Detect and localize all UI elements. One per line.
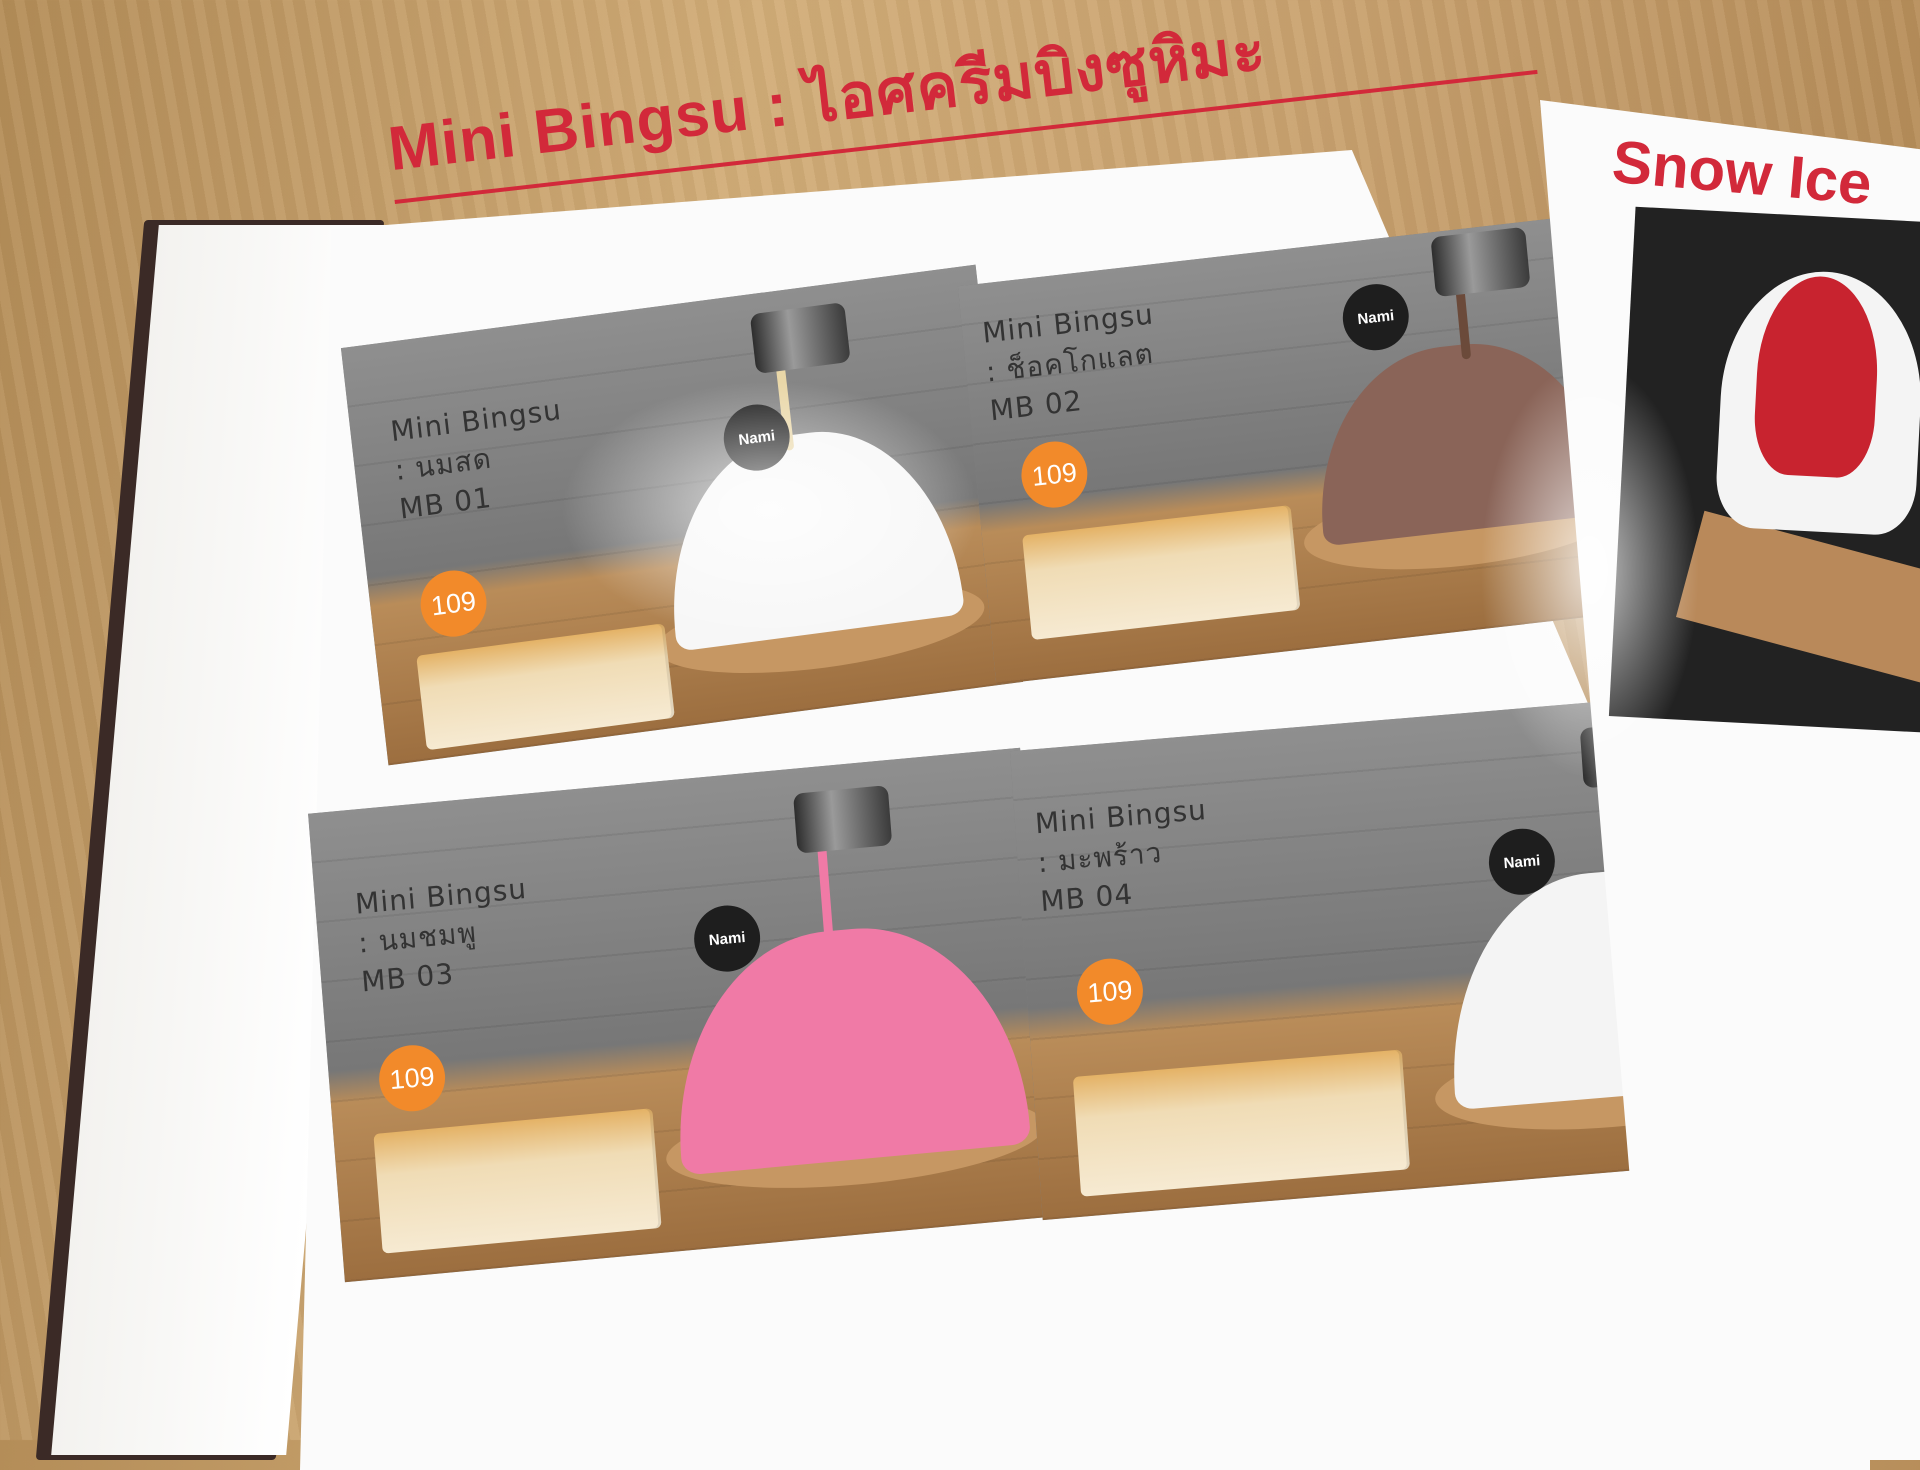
pitcher (792, 785, 893, 854)
pitcher (1430, 226, 1531, 298)
page-header: Mini Bingsu : ไอศครีมบิงซูหิมะ (383, 0, 1538, 205)
wooden-board (1675, 510, 1920, 695)
menu-book: Mini Bingsu : ไอศครีมบิงซูหิมะ Nami Mini… (0, 0, 1920, 1470)
item-caption: Mini Bingsu : ช็อคโกแลต MB 02 (981, 294, 1163, 431)
item-caption: Mini Bingsu : นมสด MB 01 (389, 390, 573, 529)
pitcher (749, 302, 851, 375)
item-caption: Mini Bingsu : มะพร้าว MB 04 (1034, 790, 1214, 922)
laminate-glare (1480, 360, 1700, 780)
menu-item-mb03: Nami Mini Bingsu : นมชมพู MB 03 109 (308, 747, 1057, 1283)
page-title: Mini Bingsu : ไอศครีมบิงซูหิมะ (384, 15, 1270, 185)
laminate-glare (560, 380, 980, 640)
item-caption: Mini Bingsu : นมชมพู MB 03 (354, 869, 535, 1002)
